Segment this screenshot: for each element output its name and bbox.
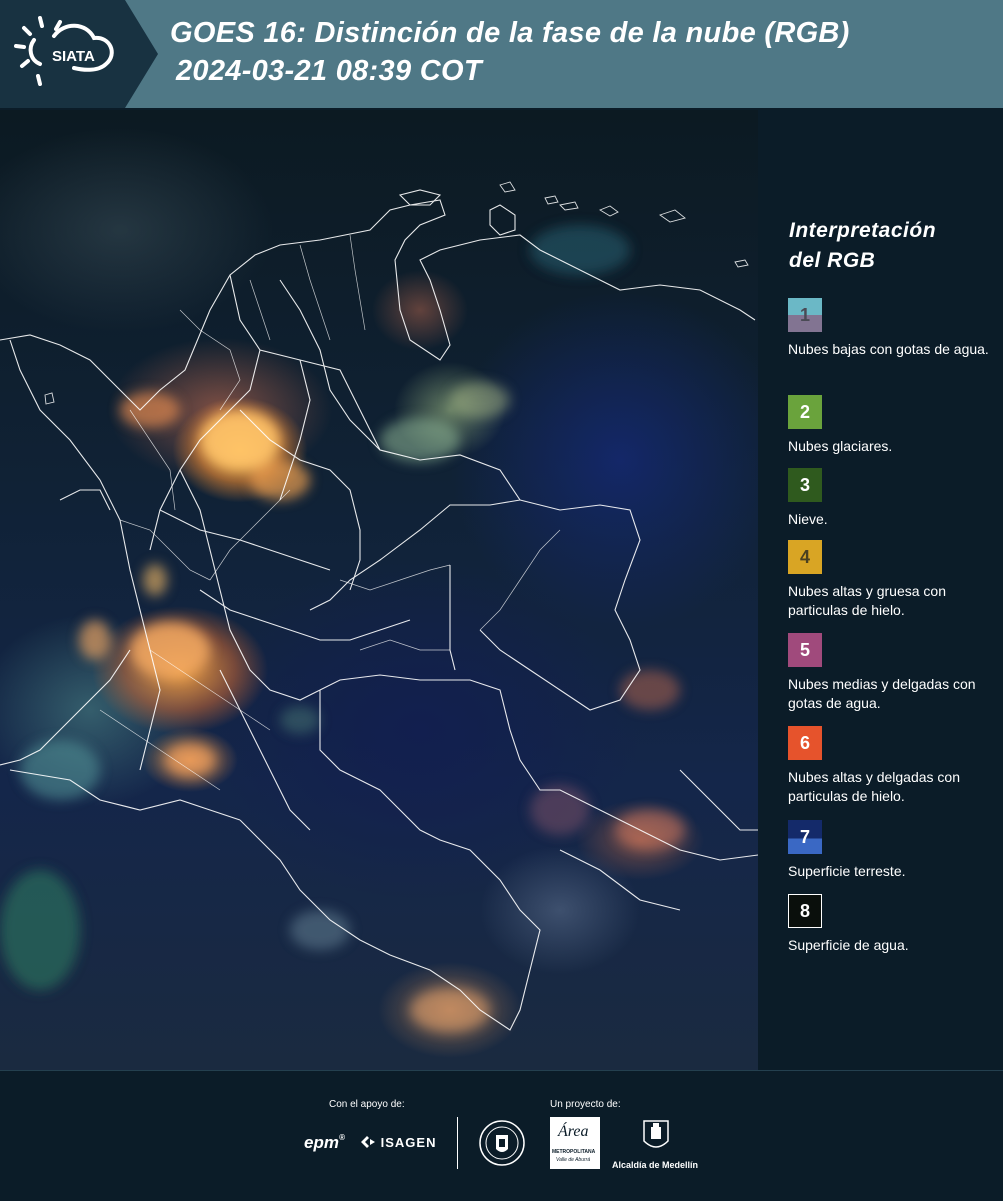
medellin-seal-icon [479,1120,525,1166]
legend-label: Nieve. [788,511,828,527]
legend-label: Superficie de agua. [788,937,909,953]
legend-label: Nubes glaciares. [788,438,893,454]
legend-item-4: 4 Nubes altas y gruesa con particulas de… [788,540,998,620]
legend-number: 3 [799,474,810,495]
legend-number: 6 [799,732,810,753]
timestamp: 2024-03-21 08:39 COT [176,55,482,87]
legend-number: 2 [799,401,810,422]
siata-cloud-sun-icon: SIATA [14,16,114,86]
legend-label: Nubes bajas con gotas de agua. [788,341,989,357]
legend-label: Nubes altas y delgadas con particulas de… [788,769,960,804]
boundaries-overlay [0,181,758,1032]
epm-logo-text: epm [304,1133,339,1152]
legend-title-line1: Interpretación [789,219,937,242]
legend-swatch: 7 [788,820,822,854]
legend-item-2: 2 Nubes glaciares. [788,395,998,456]
legend-item-6: 6 Nubes altas y delgadas con particulas … [788,726,998,806]
isagen-logo: ISAGEN [360,1135,436,1150]
header: SIATA GOES 16: Distinción de la fase de … [0,0,1003,108]
legend-item-3: 3 Nieve. [788,468,998,529]
legend-swatch: 6 [788,726,822,760]
legend-item-8: 8 Superficie de agua. [788,894,998,955]
legend-swatch: 3 [788,468,822,502]
isagen-logo-text: ISAGEN [380,1135,437,1150]
area-metropolitana-logo: Área METROPOLITANA Valle de Aburrá [550,1117,600,1169]
cloud-texture [0,225,685,1032]
legend-swatch: 4 [788,540,822,574]
legend-number: 7 [799,826,810,847]
legend-title-line2: del RGB [789,249,876,272]
project-label: Un proyecto de: [550,1099,621,1110]
legend-number: 5 [799,639,810,660]
legend-swatch: 5 [788,633,822,667]
legend-label: Superficie terreste. [788,863,906,879]
legend-number: 4 [799,546,810,567]
legend-swatch: 2 [788,395,822,429]
footer-divider [457,1117,458,1169]
area-logo-sub1: METROPOLITANA [552,1149,596,1155]
islands [44,181,749,405]
department-borders [99,234,561,791]
legend-item-5: 5 Nubes medias y delgadas con gotas de a… [788,633,998,713]
country-borders [0,189,758,1031]
legend-swatch: 1 [788,298,822,332]
legend-swatch: 8 [788,894,822,928]
legend-number: 8 [799,900,810,921]
legend-item-7: 7 Superficie terreste. [788,820,998,881]
epm-logo: epm® [304,1133,345,1152]
legend-item-1: 1 Nubes bajas con gotas de agua. [788,298,998,359]
legend-number: 1 [799,304,810,325]
support-label: Con el apoyo de: [329,1099,405,1110]
alcaldia-logo-text: Alcaldía de Medellín [612,1160,699,1170]
legend-label: Nubes altas y gruesa con particulas de h… [788,583,946,618]
logo-text: SIATA [52,48,95,65]
area-logo-text: Área [558,1123,589,1140]
satellite-map [0,110,758,1070]
area-logo-sub2: Valle de Aburrá [556,1157,591,1163]
page-title: GOES 16: Distinción de la fase de la nub… [170,17,850,49]
footer: Con el apoyo de: Un proyecto de: epm® IS… [0,1070,1003,1201]
legend-label: Nubes medias y delgadas con gotas de agu… [788,676,976,711]
siata-logo: SIATA [0,0,158,108]
isagen-icon [361,1136,375,1148]
legend-title: Interpretación del RGB [789,216,979,276]
alcaldia-shield-icon [643,1120,669,1148]
